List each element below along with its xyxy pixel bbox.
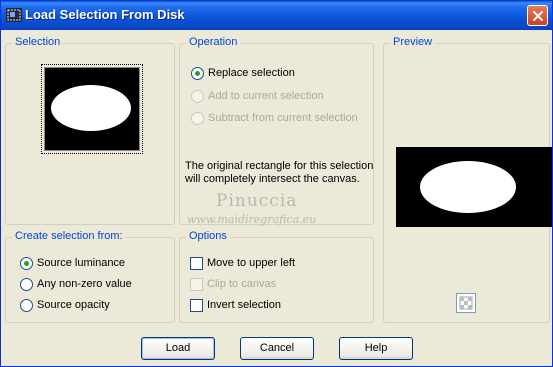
- window-title: Load Selection From Disk: [25, 7, 185, 22]
- radio-label: Any non-zero value: [37, 278, 132, 290]
- help-button[interactable]: Help: [339, 337, 413, 360]
- radio-button[interactable]: [20, 298, 33, 312]
- info-line-1: The original rectangle for this selectio…: [185, 160, 374, 172]
- watermark-url: www.maidiregrafica.eu: [187, 213, 317, 226]
- radio-label: Add to current selection: [208, 90, 324, 102]
- checkbox-label: Invert selection: [207, 299, 281, 311]
- radio-source-opacity[interactable]: Source opacity: [20, 297, 110, 313]
- radio-source-luminance[interactable]: Source luminance: [20, 255, 125, 271]
- preview-ellipse: [420, 161, 516, 213]
- close-icon: [533, 11, 543, 21]
- radio-label: Source luminance: [37, 257, 126, 269]
- radio-button[interactable]: [191, 66, 204, 80]
- radio-button[interactable]: [20, 277, 33, 291]
- dialog-window: Load Selection From Disk Selection Opera…: [0, 0, 553, 367]
- checkbox[interactable]: [190, 277, 203, 291]
- checkerboard-proof-icon[interactable]: [456, 293, 476, 313]
- check-clip-to-canvas[interactable]: Clip to canvas: [190, 276, 276, 292]
- radio-subtract-from-selection[interactable]: Subtract from current selection: [191, 110, 358, 126]
- operation-info-text: The original rectangle for this selectio…: [185, 160, 375, 186]
- watermark-name: Pinuccia: [216, 191, 298, 211]
- preview-group-title: Preview: [390, 36, 436, 48]
- close-button[interactable]: [527, 5, 548, 26]
- selection-app-icon: [6, 8, 22, 22]
- radio-button[interactable]: [191, 89, 204, 103]
- selection-group: Selection: [5, 36, 175, 225]
- checkbox-label: Clip to canvas: [207, 278, 277, 290]
- radio-label: Subtract from current selection: [208, 112, 358, 124]
- checkbox[interactable]: [190, 256, 203, 270]
- radio-button[interactable]: [20, 256, 33, 270]
- selection-thumbnail[interactable]: [41, 64, 143, 154]
- options-group-title: Options: [186, 230, 230, 242]
- title-bar[interactable]: Load Selection From Disk: [1, 1, 552, 30]
- checkbox-label: Move to upper left: [207, 257, 296, 269]
- check-invert-selection[interactable]: Invert selection: [190, 297, 281, 313]
- selection-group-title: Selection: [12, 36, 64, 48]
- load-button[interactable]: Load: [141, 337, 215, 360]
- radio-add-to-selection[interactable]: Add to current selection: [191, 88, 324, 104]
- radio-any-non-zero[interactable]: Any non-zero value: [20, 276, 132, 292]
- checkbox[interactable]: [190, 298, 203, 312]
- operation-group-title: Operation: [186, 36, 241, 48]
- selection-ellipse-thumbnail: [45, 68, 139, 150]
- radio-button[interactable]: [191, 111, 204, 125]
- cancel-button[interactable]: Cancel: [240, 337, 314, 360]
- info-line-2: will completely intersect the canvas.: [185, 173, 360, 185]
- radio-label: Replace selection: [208, 67, 295, 79]
- check-move-to-upper-left[interactable]: Move to upper left: [190, 255, 295, 271]
- create-selection-group-title: Create selection from:: [12, 230, 126, 242]
- preview-canvas: [396, 147, 552, 227]
- radio-label: Source opacity: [37, 299, 110, 311]
- radio-replace-selection[interactable]: Replace selection: [191, 65, 295, 81]
